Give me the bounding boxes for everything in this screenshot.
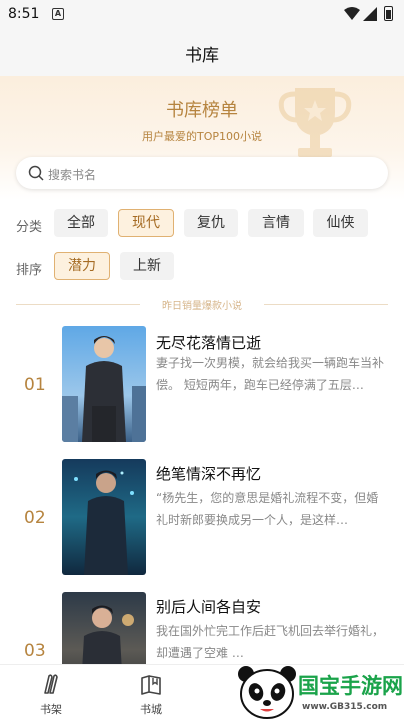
- book-description: 妻子找一次男模，就会给我买一辆跑车当补偿。 短短两年，跑车已经停满了五层…: [156, 356, 385, 392]
- category-chip-modern[interactable]: 现代: [118, 209, 174, 237]
- sort-chip-new[interactable]: 上新: [120, 252, 174, 280]
- book-description: “杨先生，您的意思是婚礼流程不变，但婚礼时新郎要换成另一个人，是这样…: [156, 491, 379, 527]
- search-input[interactable]: 搜索书名: [16, 157, 388, 189]
- category-chip-all[interactable]: 全部: [54, 209, 108, 237]
- wifi-icon: [344, 7, 360, 20]
- tab-label: 书城: [140, 703, 162, 716]
- banner-subtitle: 用户最爱的TOP100小说: [141, 130, 262, 143]
- status-bar: 8:51 A: [0, 0, 404, 28]
- battery-icon: [384, 6, 393, 21]
- category-label: 分类: [16, 220, 43, 235]
- section-divider: 昨日销量爆款小说: [16, 297, 388, 312]
- book-item[interactable]: 01 无尽花落情已逝 妻子找一次男模，就会给我买一辆跑车当补偿。 短短两年，跑车…: [0, 326, 404, 446]
- book-rank: 01: [24, 375, 46, 395]
- watermark: 国宝手游网 www.GB315.com: [236, 662, 404, 720]
- search-placeholder: 搜索书名: [48, 168, 97, 182]
- sort-label: 排序: [16, 263, 43, 278]
- book-description: 我在国外忙完工作后赶飞机回去举行婚礼，却遭遇了空难 …: [156, 624, 385, 660]
- book-rank: 03: [24, 641, 46, 661]
- book-item[interactable]: 02 绝笔情深不再忆 “杨先生，您的意思是婚礼流程不变，但婚礼时新郎要换成另一个…: [0, 459, 404, 579]
- book-cover: [62, 459, 146, 575]
- tab-label: 书架: [40, 703, 62, 716]
- panda-logo-icon: [238, 666, 296, 719]
- category-chip-revenge[interactable]: 复仇: [184, 209, 238, 237]
- book-cover: [62, 592, 146, 664]
- category-chip-romance[interactable]: 言情: [248, 209, 304, 237]
- trophy-icon: [278, 88, 352, 157]
- page-title: 书库: [185, 46, 219, 66]
- category-chip-xianxia[interactable]: 仙侠: [313, 209, 368, 237]
- bookshelf-icon: [44, 674, 58, 694]
- banner-title: 书库榜单: [166, 100, 238, 121]
- section-title: 昨日销量爆款小说: [162, 301, 242, 312]
- watermark-title: 国宝手游网: [298, 674, 403, 698]
- status-time: 8:51: [8, 6, 40, 22]
- title-bar: 书库: [0, 28, 404, 76]
- search-icon: [28, 165, 44, 181]
- sort-chip-potential[interactable]: 潜力: [54, 252, 110, 280]
- book-item[interactable]: 03 别后人间各自安 我在国外忙完工作后赶飞机回去举行婚礼，却遭遇了空难 …: [0, 592, 404, 664]
- notification-icon: A: [52, 8, 64, 20]
- book-title: 无尽花落情已逝: [156, 334, 262, 352]
- book-cover: [62, 326, 146, 442]
- signal-icon: [363, 7, 377, 21]
- book-title: 别后人间各自安: [156, 598, 262, 616]
- tab-bookstore[interactable]: 书城: [121, 673, 181, 717]
- book-title: 绝笔情深不再忆: [156, 465, 262, 483]
- tab-bookshelf[interactable]: 书架: [21, 673, 81, 717]
- book-rank: 02: [24, 508, 46, 528]
- bookstore-icon: [141, 675, 161, 695]
- watermark-url: www.GB315.com: [302, 702, 388, 712]
